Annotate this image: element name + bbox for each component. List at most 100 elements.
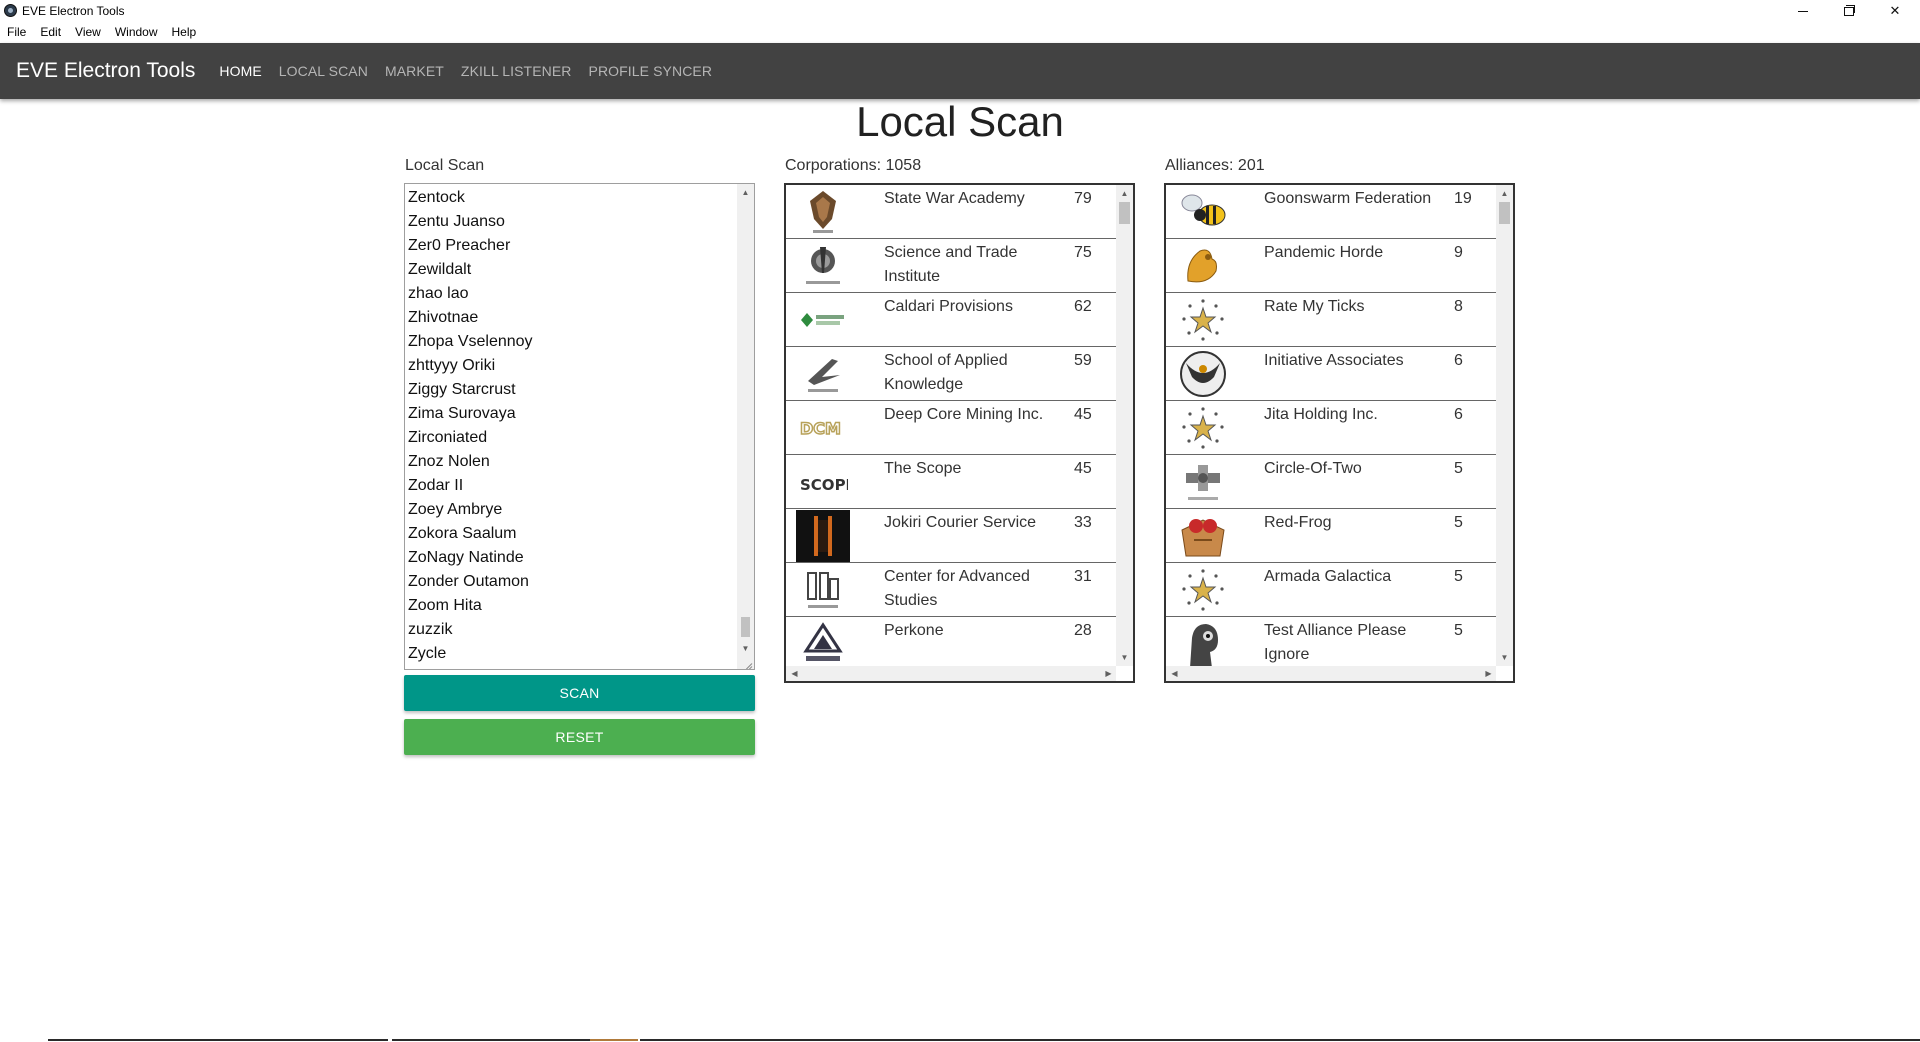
caldari-provisions-logo-icon xyxy=(796,295,850,345)
scan-line: Zokora Saalum xyxy=(408,525,517,542)
alliance-name: Jita Holding Inc. xyxy=(1264,406,1378,423)
nav-zkill-listener[interactable]: ZKILL LISTENER xyxy=(461,63,572,79)
brand-logo-text[interactable]: EVE Electron Tools xyxy=(16,59,195,83)
scan-line: zhttyyy Oriki xyxy=(408,357,496,374)
nav-home[interactable]: HOME xyxy=(219,63,261,79)
scrollbar-thumb[interactable] xyxy=(1499,202,1510,224)
scrollbar-thumb[interactable] xyxy=(1119,202,1130,224)
scroll-up-icon[interactable]: ▲ xyxy=(737,184,754,201)
alliance-count: 5 xyxy=(1454,460,1463,477)
corporation-name: School of Applied Knowledge xyxy=(884,352,1008,393)
alliance-row[interactable]: Red-Frog 5 xyxy=(1166,509,1497,563)
scan-line: Zhopa Vselennoy xyxy=(408,333,533,350)
alliance-row[interactable]: Armada Galactica 5 xyxy=(1166,563,1497,617)
scan-button[interactable]: SCAN xyxy=(404,675,755,711)
alliances-vscrollbar[interactable]: ▲ ▼ xyxy=(1496,185,1513,666)
nav-local-scan[interactable]: LOCAL SCAN xyxy=(279,63,368,79)
corporation-row[interactable]: DCM Deep Core Mining Inc. 45 xyxy=(786,401,1117,455)
scroll-up-icon[interactable]: ▲ xyxy=(1496,185,1513,202)
scroll-down-icon[interactable]: ▼ xyxy=(1496,649,1513,666)
alliance-row[interactable]: Test Alliance Please Ignore 5 xyxy=(1166,617,1497,671)
corporation-count: 45 xyxy=(1074,406,1092,423)
menu-edit[interactable]: Edit xyxy=(33,22,68,43)
alliance-row[interactable]: Jita Holding Inc. 6 xyxy=(1166,401,1497,455)
corporations-vscrollbar[interactable]: ▲ ▼ xyxy=(1116,185,1133,666)
scroll-left-icon[interactable]: ◀ xyxy=(786,666,803,681)
scan-line: Zima Surovaya xyxy=(408,405,516,422)
svg-text:DCM: DCM xyxy=(800,419,841,438)
textarea-scrollbar[interactable]: ▲ ▼ xyxy=(737,184,754,669)
scroll-right-icon[interactable]: ▶ xyxy=(1480,666,1497,681)
alliances-hscrollbar[interactable]: ◀ ▶ xyxy=(1166,666,1497,681)
alliance-name: Armada Galactica xyxy=(1264,568,1392,585)
corporation-row[interactable]: Center for Advanced Studies 31 xyxy=(786,563,1117,617)
local-scan-textarea[interactable]: Zentock Zentu Juanso Zer0 Preacher Zewildal… xyxy=(404,183,755,670)
local-scan-label: Local Scan xyxy=(405,157,485,174)
corporation-count: 79 xyxy=(1074,190,1092,207)
alliance-row[interactable]: Initiative Associates 6 xyxy=(1166,347,1497,401)
alliance-count: 19 xyxy=(1454,190,1472,207)
scroll-down-icon[interactable]: ▼ xyxy=(1116,649,1133,666)
corporation-name: Center for Advanced Studies xyxy=(884,568,1030,609)
corporations-hscrollbar[interactable]: ◀ ▶ xyxy=(786,666,1117,681)
nav-market[interactable]: MARKET xyxy=(385,63,444,79)
scan-line: ZoNagy Natinde xyxy=(408,549,524,566)
menu-view[interactable]: View xyxy=(68,22,108,43)
corporations-table: State War Academy 79 Science and Trade Ins… xyxy=(784,183,1135,683)
jokiri-courier-logo-icon xyxy=(796,510,850,562)
alliance-name: Test Alliance Please Ignore xyxy=(1264,622,1407,663)
default-star-logo-icon xyxy=(1176,295,1230,345)
close-icon: ✕ xyxy=(1889,3,1901,18)
corporation-row[interactable]: Science and Trade Institute 75 xyxy=(786,239,1117,293)
menu-window[interactable]: Window xyxy=(108,22,165,43)
corporation-row[interactable]: SCOPE The Scope 45 xyxy=(786,455,1117,509)
corporation-row[interactable]: State War Academy 79 xyxy=(786,185,1117,239)
alliance-row[interactable]: Goonswarm Federation 19 xyxy=(1166,185,1497,239)
scan-line: Zycle xyxy=(408,645,447,662)
corporation-name: State War Academy xyxy=(884,190,1025,207)
alliance-name: Goonswarm Federation xyxy=(1264,190,1432,207)
menu-help[interactable]: Help xyxy=(165,22,204,43)
school-applied-knowledge-logo-icon xyxy=(796,349,850,399)
alliance-row[interactable]: Pandemic Horde 9 xyxy=(1166,239,1497,293)
scroll-corner xyxy=(1496,666,1513,681)
alliance-row[interactable]: Rate My Ticks 8 xyxy=(1166,293,1497,347)
scroll-down-icon[interactable]: ▼ xyxy=(737,640,754,657)
corporation-name: Science and Trade Institute xyxy=(884,244,1018,285)
scrollbar-thumb[interactable] xyxy=(741,617,750,637)
corporation-count: 45 xyxy=(1074,460,1092,477)
app-icon xyxy=(4,4,17,17)
scroll-right-icon[interactable]: ▶ xyxy=(1100,666,1117,681)
reset-button[interactable]: RESET xyxy=(404,719,755,755)
resize-grip-icon[interactable] xyxy=(743,658,753,668)
restore-button[interactable] xyxy=(1826,0,1872,22)
corporation-row[interactable]: Perkone 28 xyxy=(786,617,1117,671)
alliance-count: 6 xyxy=(1454,406,1463,423)
scan-line: Znoz Nolen xyxy=(408,453,490,470)
menu-file[interactable]: File xyxy=(0,22,33,43)
scan-line: Zirconiated xyxy=(408,429,488,446)
scroll-up-icon[interactable]: ▲ xyxy=(1116,185,1133,202)
alliance-name: Pandemic Horde xyxy=(1264,244,1384,261)
close-button[interactable]: ✕ xyxy=(1872,0,1918,22)
alliance-row[interactable]: Circle-Of-Two 5 xyxy=(1166,455,1497,509)
alliances-table: Goonswarm Federation 19 Pandemic Horde 9 Rat… xyxy=(1164,183,1515,683)
minimize-icon xyxy=(1798,10,1808,12)
taskbar-segment xyxy=(590,1039,638,1041)
corporation-count: 28 xyxy=(1074,622,1092,639)
corporation-row[interactable]: Jokiri Courier Service 33 xyxy=(786,509,1117,563)
alliances-rows: Goonswarm Federation 19 Pandemic Horde 9 Rat… xyxy=(1166,185,1497,671)
default-star-logo-icon xyxy=(1176,403,1230,453)
corporation-row[interactable]: Caldari Provisions 62 xyxy=(786,293,1117,347)
alliance-count: 8 xyxy=(1454,298,1463,315)
window-titlebar: EVE Electron Tools ✕ xyxy=(0,0,1920,22)
nav-profile-syncer[interactable]: PROFILE SYNCER xyxy=(589,63,713,79)
scan-line: Zewildalt xyxy=(408,261,472,278)
corporation-name: Jokiri Courier Service xyxy=(884,514,1037,531)
scroll-left-icon[interactable]: ◀ xyxy=(1166,666,1183,681)
corporation-name: The Scope xyxy=(884,460,962,477)
minimize-button[interactable] xyxy=(1780,0,1826,22)
science-trade-institute-logo-icon xyxy=(796,241,850,291)
corporation-row[interactable]: School of Applied Knowledge 59 xyxy=(786,347,1117,401)
default-star-logo-icon xyxy=(1176,565,1230,615)
